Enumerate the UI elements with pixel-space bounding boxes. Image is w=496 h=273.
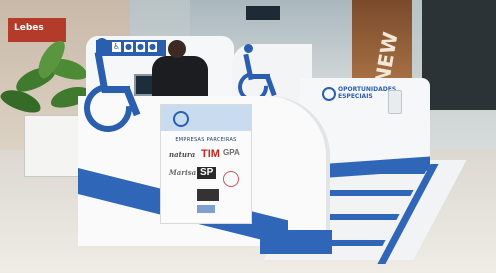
program-logo-icon xyxy=(322,87,336,101)
kiosk-scene: Lebes NEW ♿ ● ● ● OPORTUNIDADES ESPECIAI… xyxy=(0,0,496,273)
partner-logo xyxy=(197,205,215,213)
partner-logo-sp: SP xyxy=(197,167,217,179)
partner-logo-tim: TIM xyxy=(201,148,220,160)
attendant-head xyxy=(168,40,186,58)
wheelchair-icon xyxy=(74,36,154,142)
partner-logo xyxy=(197,189,219,201)
hand-sanitizer-dispenser xyxy=(388,90,402,114)
program-sign-text: OPORTUNIDADES ESPECIAIS xyxy=(338,86,397,100)
dark-storefront xyxy=(422,0,496,110)
partner-logo-marisa: Marisa xyxy=(169,168,197,177)
attendant xyxy=(152,56,208,100)
shop-sign-text: Lebes xyxy=(14,23,44,33)
planter xyxy=(24,115,86,177)
partners-title: EMPRESAS PARCEIRAS xyxy=(175,137,237,143)
partner-logo-gpa: GPA xyxy=(223,148,240,157)
front-blue-trim xyxy=(260,230,332,254)
partners-panel: EMPRESAS PARCEIRAS natura TIM GPA Marisa… xyxy=(160,104,252,224)
store-sign xyxy=(246,6,280,20)
partner-seal-icon xyxy=(223,171,239,187)
partner-logo-natura: natura xyxy=(169,150,196,159)
program-logo-icon xyxy=(173,111,189,127)
